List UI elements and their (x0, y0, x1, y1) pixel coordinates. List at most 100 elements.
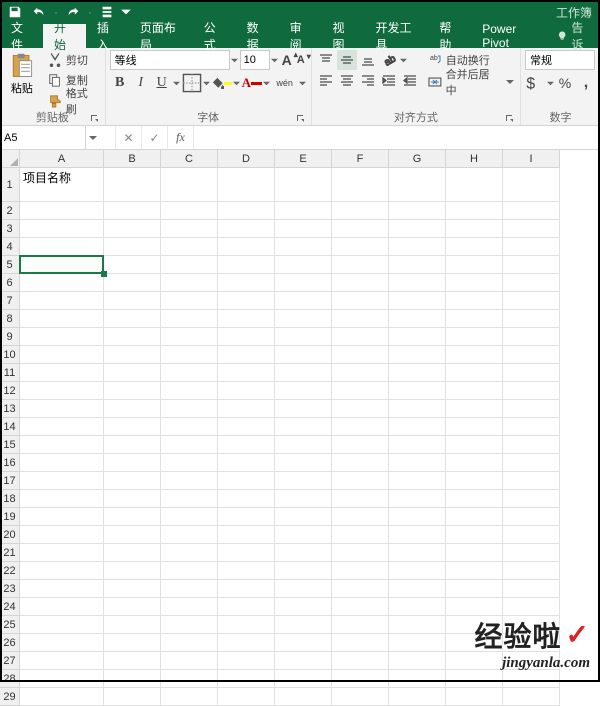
cell-C13[interactable] (161, 400, 218, 418)
cell-G3[interactable] (389, 220, 446, 238)
font-name-select[interactable]: 等线 (110, 50, 230, 70)
align-bottom-button[interactable] (358, 50, 378, 70)
cell-C6[interactable] (161, 274, 218, 292)
format-painter-button[interactable]: 格式刷 (46, 92, 101, 110)
cell-F11[interactable] (332, 364, 389, 382)
cell-D28[interactable] (218, 670, 275, 688)
cell-H19[interactable] (446, 508, 503, 526)
fill-color-dropdown[interactable] (233, 80, 241, 87)
cell-H20[interactable] (446, 526, 503, 544)
cell-E27[interactable] (275, 652, 332, 670)
cell-B22[interactable] (104, 562, 161, 580)
cell-G7[interactable] (389, 292, 446, 310)
increase-indent-button[interactable] (400, 70, 420, 90)
cell-C5[interactable] (161, 256, 218, 274)
cell-C4[interactable] (161, 238, 218, 256)
cell-F3[interactable] (332, 220, 389, 238)
cell-E19[interactable] (275, 508, 332, 526)
cell-A13[interactable] (20, 400, 104, 418)
row-header-11[interactable]: 11 (0, 364, 20, 382)
row-header-29[interactable]: 29 (0, 688, 20, 706)
row-header-9[interactable]: 9 (0, 328, 20, 346)
cell-E18[interactable] (275, 490, 332, 508)
cell-E20[interactable] (275, 526, 332, 544)
row-header-24[interactable]: 24 (0, 598, 20, 616)
cell-C19[interactable] (161, 508, 218, 526)
cell-H15[interactable] (446, 436, 503, 454)
cell-C7[interactable] (161, 292, 218, 310)
cell-F20[interactable] (332, 526, 389, 544)
row-header-18[interactable]: 18 (0, 490, 20, 508)
fill-handle[interactable] (101, 271, 107, 277)
cell-I26[interactable] (503, 634, 560, 652)
tab-formulas[interactable]: 公式 (193, 24, 236, 48)
cell-F13[interactable] (332, 400, 389, 418)
cell-D18[interactable] (218, 490, 275, 508)
select-all-corner[interactable] (0, 150, 20, 168)
cell-H14[interactable] (446, 418, 503, 436)
cell-B18[interactable] (104, 490, 161, 508)
cell-A16[interactable] (20, 454, 104, 472)
cell-B14[interactable] (104, 418, 161, 436)
cell-H9[interactable] (446, 328, 503, 346)
cell-E2[interactable] (275, 202, 332, 220)
cell-H23[interactable] (446, 580, 503, 598)
cell-H11[interactable] (446, 364, 503, 382)
cell-I7[interactable] (503, 292, 560, 310)
cell-F23[interactable] (332, 580, 389, 598)
cell-I27[interactable] (503, 652, 560, 670)
cell-F17[interactable] (332, 472, 389, 490)
cell-D6[interactable] (218, 274, 275, 292)
cell-F28[interactable] (332, 670, 389, 688)
orientation-dropdown[interactable] (400, 50, 408, 70)
column-header-D[interactable]: D (218, 150, 275, 168)
cell-D4[interactable] (218, 238, 275, 256)
cell-B12[interactable] (104, 382, 161, 400)
cell-A4[interactable] (20, 238, 104, 256)
underline-button[interactable]: U (152, 72, 172, 94)
align-center-button[interactable] (337, 70, 357, 90)
underline-dropdown[interactable] (173, 80, 181, 87)
column-header-F[interactable]: F (332, 150, 389, 168)
cell-D2[interactable] (218, 202, 275, 220)
merge-center-button[interactable]: 合并后居中 (426, 72, 516, 92)
cell-A8[interactable] (20, 310, 104, 328)
row-header-3[interactable]: 3 (0, 220, 20, 238)
cell-D19[interactable] (218, 508, 275, 526)
cell-H29[interactable] (446, 688, 503, 706)
column-header-E[interactable]: E (275, 150, 332, 168)
cell-E24[interactable] (275, 598, 332, 616)
cell-G15[interactable] (389, 436, 446, 454)
cell-D16[interactable] (218, 454, 275, 472)
cell-G17[interactable] (389, 472, 446, 490)
number-format-select[interactable]: 常规 (525, 50, 595, 70)
cell-A17[interactable] (20, 472, 104, 490)
cell-D21[interactable] (218, 544, 275, 562)
row-header-4[interactable]: 4 (0, 238, 20, 256)
row-header-26[interactable]: 26 (0, 634, 20, 652)
cell-A25[interactable] (20, 616, 104, 634)
cell-G6[interactable] (389, 274, 446, 292)
cell-H25[interactable] (446, 616, 503, 634)
cell-F2[interactable] (332, 202, 389, 220)
cell-D8[interactable] (218, 310, 275, 328)
alignment-launcher[interactable] (504, 113, 516, 125)
insert-function-button[interactable]: fx (168, 126, 194, 149)
cell-H13[interactable] (446, 400, 503, 418)
cell-B21[interactable] (104, 544, 161, 562)
column-header-I[interactable]: I (503, 150, 560, 168)
enter-formula-button[interactable]: ✓ (142, 126, 168, 149)
cancel-formula-button[interactable]: ✕ (116, 126, 142, 149)
font-size-dropdown[interactable] (271, 57, 279, 64)
cell-I2[interactable] (503, 202, 560, 220)
cell-I6[interactable] (503, 274, 560, 292)
cell-B5[interactable] (104, 256, 161, 274)
row-header-13[interactable]: 13 (0, 400, 20, 418)
cell-F27[interactable] (332, 652, 389, 670)
cell-E26[interactable] (275, 634, 332, 652)
cell-I18[interactable] (503, 490, 560, 508)
percent-button[interactable]: % (555, 72, 575, 94)
cell-I5[interactable] (503, 256, 560, 274)
cell-D1[interactable] (218, 168, 275, 202)
cell-A3[interactable] (20, 220, 104, 238)
